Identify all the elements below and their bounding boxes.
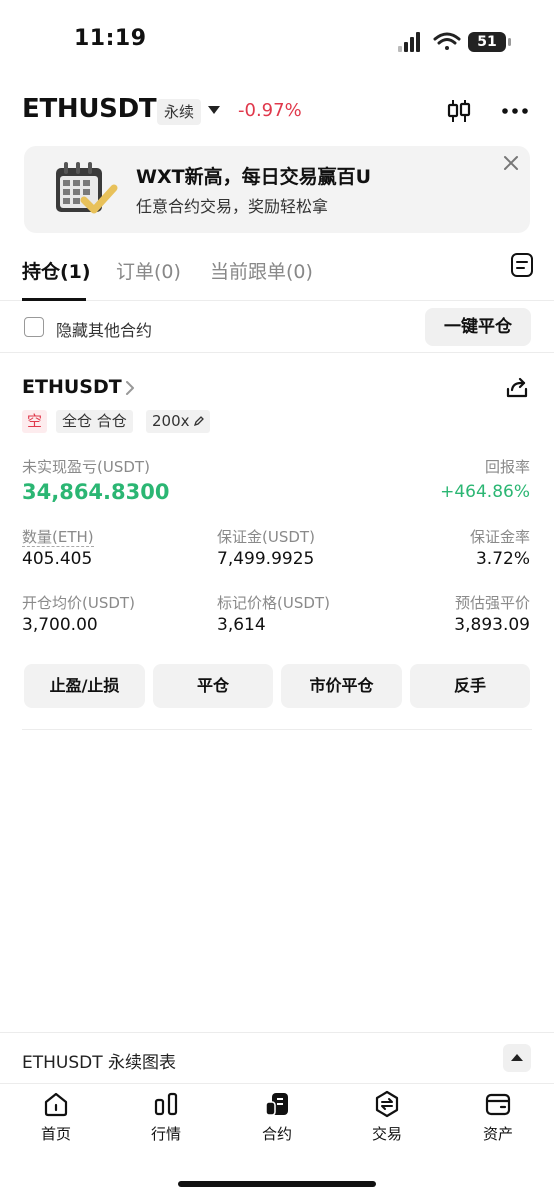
tab-copy-trades[interactable]: 当前跟单(0) [210,257,313,284]
market-icon [154,1092,178,1116]
entry-price-value: 3,700.00 [22,615,98,635]
close-all-positions-button[interactable]: 一键平仓 [425,308,531,346]
chart-bar-label[interactable]: ETHUSDT 永续图表 [22,1048,176,1073]
unrealized-pnl-value: 34,864.8300 [22,480,170,504]
candlestick-chart-icon[interactable] [446,98,472,124]
entry-price-label: 开仓均价(USDT) [22,594,135,612]
liquidation-price-label: 预估强平价 [454,594,530,612]
order-history-icon[interactable] [510,252,534,278]
edit-icon[interactable] [193,416,204,426]
futures-icon [265,1093,288,1116]
roe-value: +464.86% [440,482,530,502]
reverse-position-button[interactable]: 反手 [410,664,530,708]
home-indicator[interactable] [178,1181,376,1187]
nav-market[interactable]: 行情 [116,1088,216,1148]
banner-subtitle: 任意合约交易，奖励轻松拿 [136,197,329,216]
signal-icon [398,32,420,52]
calendar-check-icon [56,162,118,214]
close-icon[interactable] [502,154,520,172]
tp-sl-button[interactable]: 止盈/止损 [24,664,145,708]
margin-value: 7,499.9925 [217,549,315,569]
margin-ratio-value: 3.72% [475,549,530,569]
more-icon[interactable] [500,100,530,122]
wallet-icon [485,1093,511,1116]
wifi-icon [433,32,461,50]
market-close-button[interactable]: 市价平仓 [281,664,402,708]
nav-assets-label: 资产 [482,1125,513,1143]
nav-divider [0,1083,554,1084]
side-badge: 空 [22,410,48,433]
chevron-up-icon[interactable] [503,1044,531,1072]
contract-type-badge[interactable]: 永续 [157,99,202,125]
nav-trade-label: 交易 [371,1125,402,1143]
filter-divider [0,352,554,353]
leverage-badge[interactable]: 200x [146,410,210,433]
trade-icon [375,1090,399,1118]
quantity-value: 405.405 [22,549,93,569]
chevron-down-icon[interactable] [208,106,220,114]
unrealized-pnl-label: 未实现盈亏(USDT) [22,458,150,476]
banner-title: WXT新高，每日交易赢百U [136,166,371,188]
home-icon [44,1092,68,1117]
nav-assets[interactable]: 资产 [448,1088,548,1148]
status-time: 11:19 [74,26,147,51]
nav-futures[interactable]: 合约 [227,1088,327,1148]
leverage-value: 200x [152,412,190,430]
share-icon[interactable] [505,376,529,400]
margin-mode-badge: 全仓 合仓 [56,410,133,433]
card-divider [22,729,532,730]
price-change: -0.97% [238,100,302,121]
margin-label: 保证金(USDT) [217,528,315,546]
tab-orders[interactable]: 订单(0) [116,257,181,284]
nav-home[interactable]: 首页 [6,1088,106,1148]
nav-market-label: 行情 [150,1125,181,1143]
quantity-label-wrap: 数量(ETH) [22,526,94,547]
margin-ratio-label: 保证金率 [469,528,530,546]
close-position-button[interactable]: 平仓 [153,664,273,708]
chart-bar-divider [0,1032,554,1033]
active-tab-indicator [22,298,86,301]
position-symbol[interactable]: ETHUSDT [22,376,122,398]
chevron-right-icon[interactable] [124,380,136,396]
status-icons: 51 [396,28,536,56]
roe-label: 回报率 [484,458,530,476]
pair-title[interactable]: ETHUSDT [22,94,157,124]
nav-futures-label: 合约 [261,1125,292,1143]
hide-other-contracts-label[interactable]: 隐藏其他合约 [56,317,152,341]
tab-positions[interactable]: 持仓(1) [22,257,91,284]
nav-trade[interactable]: 交易 [337,1088,437,1148]
nav-home-label: 首页 [40,1125,71,1143]
mark-price-label: 标记价格(USDT) [217,594,330,612]
mark-price-value: 3,614 [217,615,266,635]
liquidation-price-value: 3,893.09 [454,615,530,635]
hide-other-contracts-checkbox[interactable] [24,317,44,337]
quantity-label[interactable]: 数量(ETH) [22,528,94,547]
battery-level: 51 [477,34,497,50]
